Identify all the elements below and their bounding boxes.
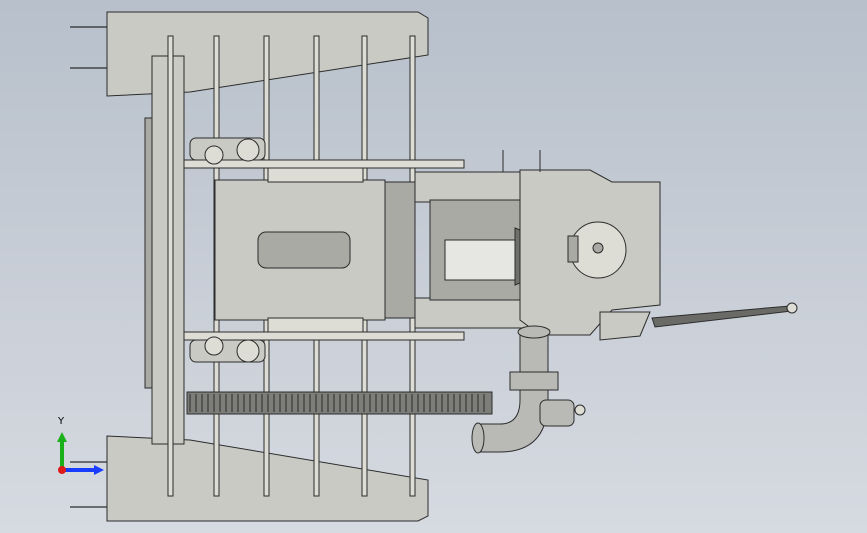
carriage-bottom-bar (183, 331, 465, 341)
right-frame-rail (384, 181, 416, 319)
y-axis-label: Y (57, 416, 65, 427)
center-window-bottom (267, 317, 364, 333)
lever-knob[interactable] (786, 302, 798, 314)
drive-cylinder (444, 239, 516, 281)
lower-roller-wheel-1 (204, 336, 224, 356)
gearbox-bracket (567, 235, 579, 263)
gearbox-shaft (592, 242, 604, 254)
upper-roller-wheel-2 (236, 138, 260, 162)
pipe-body (477, 329, 549, 453)
coordinate-triad[interactable]: Y (57, 416, 104, 475)
upper-roller-wheel-1 (204, 145, 224, 165)
lever-arm (651, 305, 793, 328)
center-window-mid (257, 231, 351, 269)
carriage-top-bar (183, 159, 465, 169)
rack-chain (186, 391, 493, 415)
mounting-bolts (70, 26, 107, 508)
cad-viewport[interactable]: Y (0, 0, 867, 533)
x-axis-arrowhead (94, 465, 104, 475)
pipe-clamp (509, 371, 559, 391)
lever-mount (599, 311, 651, 341)
central-frame (214, 167, 416, 333)
y-axis-arrowhead (57, 432, 67, 442)
pipe-flange-end (471, 422, 485, 454)
elbow-pipe (471, 325, 586, 454)
pipe-flange-top (517, 325, 551, 339)
valve-knob (574, 404, 586, 416)
z-axis-marker (58, 466, 66, 474)
lower-roller-wheel-2 (236, 339, 260, 363)
pipe-valve (539, 399, 575, 427)
fork-tine (167, 35, 174, 497)
assembly-drawing: Y (57, 11, 798, 522)
drive-head (414, 150, 661, 336)
center-window-top (267, 167, 364, 183)
